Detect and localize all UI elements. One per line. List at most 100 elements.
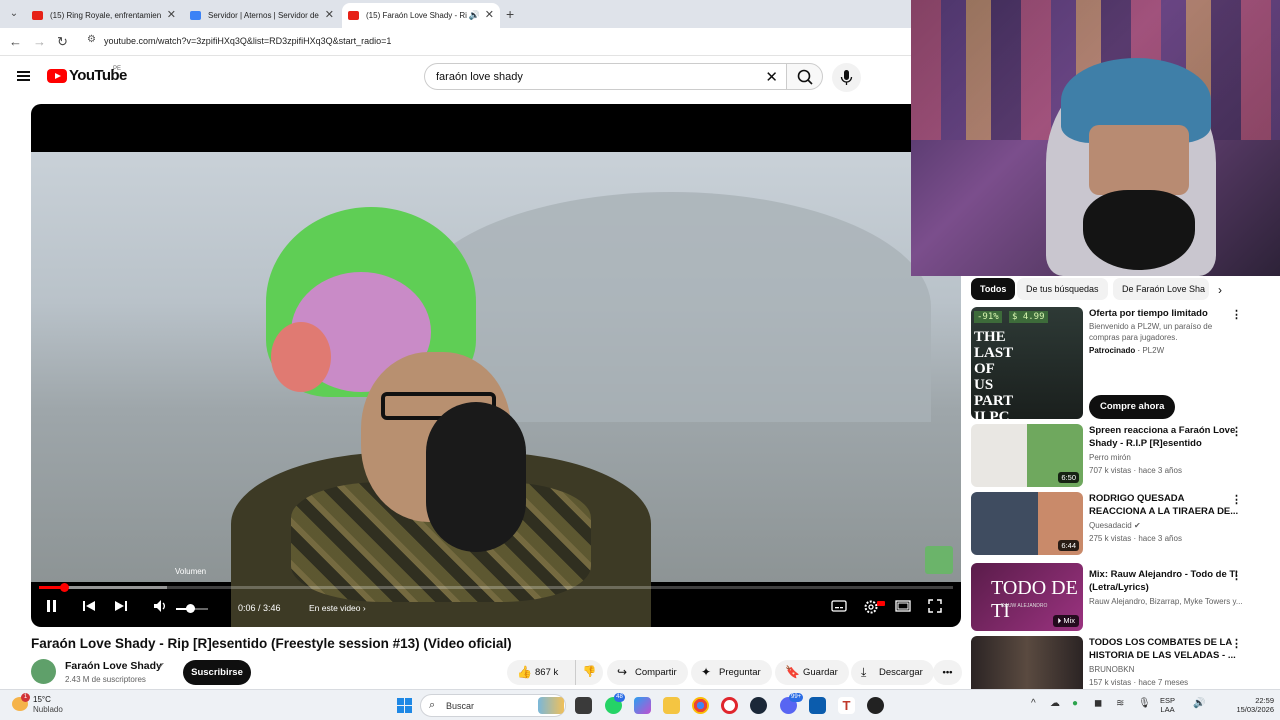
fullscreen-button[interactable]: [928, 599, 942, 617]
site-info-icon[interactable]: ⚙: [87, 34, 96, 45]
menu-icon[interactable]: [17, 71, 30, 81]
more-vertical-icon[interactable]: ⋮: [1231, 637, 1241, 650]
clear-search-icon[interactable]: ✕: [765, 68, 778, 86]
subscribe-button[interactable]: Suscribirse: [183, 660, 251, 685]
save-button[interactable]: 🔖 Guardar: [775, 660, 849, 685]
aternos-favicon-icon: [190, 11, 201, 20]
speaker-icon[interactable]: 🔊: [469, 3, 480, 28]
recommendation-channel[interactable]: Quesadacid ✔: [1089, 521, 1141, 530]
ask-button[interactable]: ✦ Preguntar: [691, 660, 772, 685]
channel-watermark[interactable]: [925, 546, 953, 574]
browser-tab[interactable]: (15) Ring Royale, enfrentamien ✕: [26, 3, 182, 28]
steam-icon[interactable]: [750, 697, 767, 714]
text-app-icon[interactable]: T: [838, 697, 855, 714]
close-tab-icon[interactable]: ✕: [325, 3, 334, 28]
mute-button[interactable]: [153, 599, 169, 617]
pause-button[interactable]: [46, 599, 58, 617]
video-thumbnail[interactable]: [971, 636, 1083, 689]
chapter-button[interactable]: En este video ›: [309, 603, 366, 613]
video-thumbnail[interactable]: TODO DE TI RAUW ALEJANDRO ⏵ Mix: [971, 563, 1083, 631]
more-vertical-icon[interactable]: ⋮: [1231, 569, 1242, 582]
chip-from-channel[interactable]: De Faraón Love Sha: [1113, 278, 1209, 300]
recommendation-channel[interactable]: Perro mirón: [1089, 453, 1131, 462]
channel-name[interactable]: Faraón Love Shady: [65, 660, 162, 672]
recommendation-title[interactable]: Mix: Rauw Alejandro - Todo de Ti (Letra/…: [1089, 568, 1239, 594]
opera-icon[interactable]: [721, 697, 738, 714]
chip-from-searches[interactable]: De tus búsquedas: [1017, 278, 1108, 300]
weather-condition: Nublado: [33, 705, 63, 714]
back-arrow-icon[interactable]: ←: [9, 34, 22, 49]
youtube-logo-icon[interactable]: [47, 69, 67, 83]
volume-handle[interactable]: [186, 604, 196, 613]
recommendation-item[interactable]: TODOS LOS COMBATES DE LA HISTORIA DE LAS…: [971, 636, 1241, 689]
subtitles-button[interactable]: [831, 599, 847, 617]
video-person-hair-red: [271, 322, 331, 392]
like-button[interactable]: 👍 867 k: [507, 660, 575, 685]
recommendation-channel[interactable]: Rauw Alejandro, Bizarrap, Myke Towers y.…: [1089, 597, 1243, 606]
copilot-icon[interactable]: [634, 697, 651, 714]
dislike-button[interactable]: 👎: [575, 660, 603, 685]
tray-app-icon[interactable]: ◼: [1094, 698, 1102, 709]
progress-bar[interactable]: [39, 583, 953, 592]
recommendation-item[interactable]: 6:44 RODRIGO QUESADA REACCIONA A LA TIRA…: [971, 492, 1242, 555]
recommendation-title[interactable]: Spreen reacciona a Faraón Love Shady - R…: [1089, 424, 1239, 450]
reload-icon[interactable]: ↻: [57, 34, 68, 50]
file-explorer-icon[interactable]: [663, 697, 680, 714]
video-frame[interactable]: [31, 152, 961, 627]
chevron-right-icon[interactable]: ›: [1218, 283, 1222, 297]
network-icon[interactable]: ☁: [1050, 698, 1060, 709]
previous-button[interactable]: [82, 599, 96, 617]
address-bar[interactable]: ⚙ youtube.com/watch?v=3zpifiHXq3Q&list=R…: [80, 32, 910, 53]
subscriber-count: 2.43 M de suscriptores: [65, 675, 146, 684]
clock[interactable]: 22:59 15/03/2026: [1222, 696, 1274, 714]
more-actions-button[interactable]: •••: [933, 660, 962, 685]
miniplayer-button[interactable]: [895, 599, 911, 617]
ad-thumbnail[interactable]: -91% $ 4.99 THE LAST OF US PART II PC: [971, 307, 1083, 419]
windows-start-icon[interactable]: [397, 698, 412, 713]
webcam-face: [1089, 125, 1189, 195]
browser-tab-active[interactable]: (15) Faraón Love Shady - Ri 🔊 ✕: [342, 3, 500, 28]
close-tab-icon[interactable]: ✕: [167, 3, 176, 28]
browser-tab[interactable]: Servidor | Aternos | Servidor de ✕: [184, 3, 340, 28]
search-input[interactable]: faraón love shady ✕: [424, 63, 786, 90]
ad-description: Bienvenido a PL2W, un paraíso de compras…: [1089, 322, 1213, 342]
microphone-tray-icon[interactable]: 🎙: [1138, 698, 1151, 709]
more-vertical-icon[interactable]: ⋮: [1231, 425, 1242, 438]
tab-search-chevron-icon[interactable]: ⌄: [6, 6, 22, 22]
video-thumbnail[interactable]: 6:50: [971, 424, 1083, 487]
scrubber-handle[interactable]: [59, 583, 69, 592]
video-player[interactable]: Volumen 0:06 / 3:46 En este video ›: [31, 104, 961, 627]
obs-icon[interactable]: [867, 697, 884, 714]
new-tab-icon[interactable]: +: [506, 6, 514, 22]
task-view-icon[interactable]: [575, 697, 592, 714]
recommendation-item[interactable]: 6:50 Spreen reacciona a Faraón Love Shad…: [971, 424, 1242, 487]
recommendation-item[interactable]: TODO DE TI RAUW ALEJANDRO ⏵ Mix Mix: Rau…: [971, 563, 1243, 631]
search-button[interactable]: [786, 63, 823, 90]
channel-avatar[interactable]: [31, 659, 56, 684]
show-hidden-icons[interactable]: ^: [1031, 698, 1036, 709]
wifi-icon[interactable]: ≋: [1116, 698, 1124, 709]
voice-search-button[interactable]: [832, 63, 861, 92]
forward-arrow-icon[interactable]: →: [33, 34, 46, 49]
next-button[interactable]: [114, 599, 128, 617]
video-thumbnail[interactable]: 6:44: [971, 492, 1083, 555]
recommendation-title[interactable]: TODOS LOS COMBATES DE LA HISTORIA DE LAS…: [1089, 636, 1239, 662]
ad-title[interactable]: Oferta por tiempo limitado: [1089, 307, 1239, 320]
more-vertical-icon[interactable]: ⋮: [1231, 308, 1242, 321]
ad-cta-button[interactable]: Compre ahora: [1089, 395, 1176, 419]
weather-widget[interactable]: 15°C Nublado: [33, 695, 63, 715]
chip-all[interactable]: Todos: [971, 278, 1016, 300]
recommendation-title[interactable]: RODRIGO QUESADA REACCIONA A LA TIRAERA D…: [1089, 492, 1239, 518]
language-indicator[interactable]: ESP LAA: [1160, 696, 1175, 714]
more-vertical-icon[interactable]: ⋮: [1231, 493, 1242, 506]
recommendation-channel[interactable]: BRUNOBKN: [1089, 665, 1134, 674]
close-tab-icon[interactable]: ✕: [485, 3, 494, 28]
share-button[interactable]: ↪ Compartir: [607, 660, 688, 685]
speaker-tray-icon[interactable]: 🔊: [1193, 698, 1205, 709]
download-button[interactable]: ⤓ Descargar: [851, 660, 934, 685]
video-title: Faraón Love Shady - Rip [R]esentido (Fre…: [31, 636, 512, 651]
app-tray-icon[interactable]: ●: [1072, 698, 1078, 709]
chrome-icon[interactable]: [692, 697, 709, 714]
app-icon[interactable]: [809, 697, 826, 714]
sponsored-item[interactable]: -91% $ 4.99 THE LAST OF US PART II PC Of…: [971, 307, 1242, 419]
